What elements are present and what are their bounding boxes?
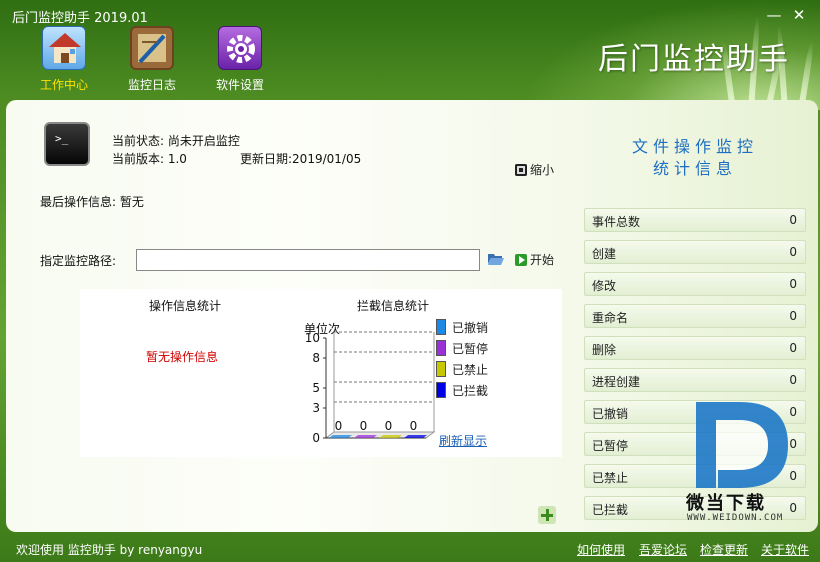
legend-swatch — [436, 319, 446, 335]
link-check-update[interactable]: 检查更新 — [700, 541, 748, 558]
bar-value-label: 0 — [360, 419, 368, 433]
stats-row-value: 0 — [789, 341, 797, 355]
legend-swatch — [436, 382, 446, 398]
link-how-to-use[interactable]: 如何使用 — [577, 541, 625, 558]
stats-panel-title: 文件操作监控 统计信息 — [572, 136, 818, 180]
toolbar-label: 监控日志 — [127, 78, 176, 92]
main-panel: >_ 当前状态: 尚未开启监控 当前版本: 1.0 更新日期:2019/01/0… — [6, 100, 818, 532]
block-stats-title: 拦截信息统计 — [357, 299, 430, 313]
stats-row-label: 已拦截 — [592, 503, 629, 517]
stats-row-value: 0 — [789, 245, 797, 259]
legend-label: 已拦截 — [452, 384, 489, 398]
welcome-text: 欢迎使用 监控助手 by renyangyu — [16, 543, 203, 557]
play-icon — [515, 254, 527, 266]
link-forum[interactable]: 吾爱论坛 — [639, 541, 687, 558]
y-tick-label: 8 — [312, 351, 320, 365]
update-date: 更新日期:2019/01/05 — [240, 152, 362, 166]
app-window: 后门监控助手 2019.01 — ✕ 后门监控助手 工作中心 监控日志 软件设置… — [0, 0, 820, 562]
start-button[interactable]: 开始 — [515, 251, 554, 268]
watermark-text: 微当下载 — [686, 493, 766, 514]
toolbar-settings[interactable]: 软件设置 — [205, 26, 275, 93]
stats-row-label: 已撤销 — [592, 407, 629, 421]
brand-title: 后门监控助手 — [598, 42, 790, 77]
stats-row-label: 创建 — [592, 247, 617, 261]
log-board-icon — [130, 26, 174, 70]
stats-row-label: 进程创建 — [592, 375, 641, 389]
stats-row-label: 删除 — [592, 343, 617, 357]
stats-row: 删除 0 — [584, 336, 806, 360]
path-label: 指定监控路径: — [40, 254, 117, 268]
stats-row-value: 0 — [789, 373, 797, 387]
current-status: 当前状态: 尚未开启监控 — [112, 134, 240, 148]
toolbar-monitor-log[interactable]: 监控日志 — [117, 26, 187, 93]
shrink-label: 缩小 — [530, 163, 555, 177]
bar-value-label: 0 — [385, 419, 393, 433]
status-bar: 欢迎使用 监控助手 by renyangyu 如何使用 吾爱论坛 检查更新 关于… — [0, 533, 820, 562]
stats-row-label: 已暂停 — [592, 439, 629, 453]
terminal-icon: >_ — [44, 122, 90, 166]
last-operation: 最后操作信息: 暂无 — [40, 195, 144, 209]
stats-title-line2: 统计信息 — [652, 159, 737, 178]
y-tick-label: 0 — [312, 431, 320, 445]
y-tick-label: 10 — [305, 331, 320, 345]
chart-bar — [329, 435, 352, 438]
stats-title-line1: 文件操作监控 — [631, 137, 758, 156]
legend-swatch — [436, 340, 446, 356]
shrink-icon — [515, 164, 527, 176]
stats-row-label: 事件总数 — [592, 215, 641, 229]
stats-row-value: 0 — [789, 213, 797, 227]
watermark-url: WWW.WEIDOWN.COM — [687, 513, 784, 523]
stats-row: 重命名 0 — [584, 304, 806, 328]
link-about[interactable]: 关于软件 — [761, 541, 809, 558]
no-op-message: 暂无操作信息 — [146, 350, 219, 364]
shrink-button[interactable]: 缩小 — [515, 161, 554, 178]
stats-row: 修改 0 — [584, 272, 806, 296]
y-tick-label: 5 — [312, 381, 320, 395]
window-title: 后门监控助手 2019.01 — [12, 11, 148, 26]
stats-row-label: 重命名 — [592, 311, 629, 325]
chart-bar — [354, 435, 377, 438]
minimize-button[interactable]: — — [765, 6, 783, 24]
refresh-link[interactable]: 刷新显示 — [439, 432, 487, 449]
bar-value-label: 0 — [410, 419, 418, 433]
close-button[interactable]: ✕ — [790, 6, 808, 24]
bar-value-label: 0 — [335, 419, 343, 433]
toolbar-label: 工作中心 — [39, 78, 88, 92]
legend-item: 已禁止 — [436, 361, 488, 378]
stats-row-label: 修改 — [592, 279, 617, 293]
legend-label: 已暂停 — [452, 342, 489, 356]
legend-swatch — [436, 361, 446, 377]
legend-item: 已撤销 — [436, 319, 488, 336]
stats-row-value: 0 — [789, 309, 797, 323]
chart-bar — [379, 435, 402, 438]
legend-item: 已拦截 — [436, 382, 488, 399]
current-version: 当前版本: 1.0 — [112, 152, 187, 166]
block-stats-chart: 10 8 5 3 0 0 0 0 0 — [305, 331, 436, 445]
stats-row-value: 0 — [789, 277, 797, 291]
toolbar-work-center[interactable]: 工作中心 — [29, 26, 99, 93]
legend-label: 已撤销 — [452, 321, 489, 335]
chart-bar — [404, 435, 427, 438]
stats-row: 进程创建 0 — [584, 368, 806, 392]
gear-icon — [218, 26, 262, 70]
start-label: 开始 — [530, 253, 555, 267]
legend-label: 已禁止 — [452, 363, 489, 377]
stats-row: 创建 0 — [584, 240, 806, 264]
toolbar-label: 软件设置 — [215, 78, 264, 92]
house-icon — [42, 26, 86, 70]
folder-open-icon[interactable] — [488, 253, 504, 265]
stats-row-label: 已禁止 — [592, 471, 629, 485]
stats-row: 事件总数 0 — [584, 208, 806, 232]
y-tick-label: 3 — [312, 401, 320, 415]
path-input[interactable] — [136, 249, 480, 271]
plus-icon[interactable] — [538, 506, 556, 524]
op-stats-title: 操作信息统计 — [149, 299, 222, 313]
legend-item: 已暂停 — [436, 340, 488, 357]
